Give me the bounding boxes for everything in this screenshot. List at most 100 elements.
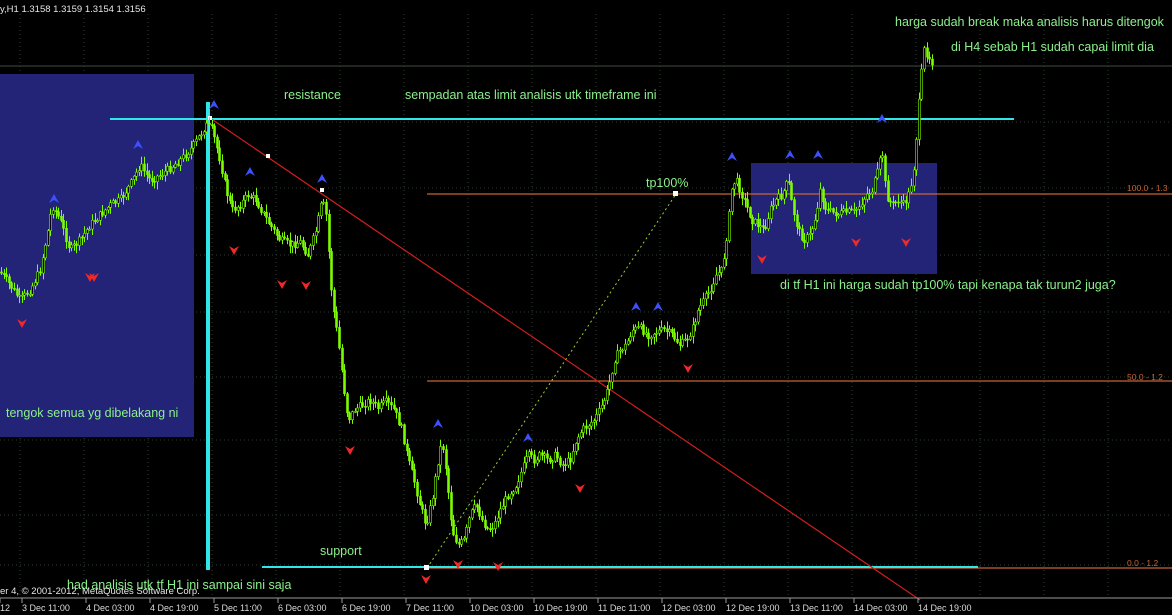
candle-body xyxy=(234,206,237,211)
candle-body xyxy=(629,336,632,342)
candle-body xyxy=(351,411,354,421)
candle-body xyxy=(923,47,926,70)
candle-body xyxy=(114,200,117,204)
up-arrow-icon xyxy=(433,419,443,428)
candle-body xyxy=(205,122,208,133)
candle-body xyxy=(874,177,877,193)
candle-body xyxy=(694,321,697,326)
candle-body xyxy=(260,207,263,213)
candle-body xyxy=(473,504,476,511)
candle-body xyxy=(572,451,575,463)
candle-body xyxy=(650,336,653,340)
candle-body xyxy=(515,487,518,493)
candle-body xyxy=(689,336,692,340)
candle-body xyxy=(603,400,606,406)
candle-body xyxy=(156,175,159,183)
candle-body xyxy=(68,241,71,249)
candle-body xyxy=(681,339,684,346)
fib-label: 50.0 - 1.2 xyxy=(1127,372,1163,382)
candle-body xyxy=(161,175,164,177)
candle-body xyxy=(369,399,372,404)
candle-body xyxy=(814,219,817,230)
candle-body xyxy=(551,460,554,463)
candle-body xyxy=(146,170,149,175)
candle-body xyxy=(517,481,520,488)
tp-anchor-low xyxy=(424,565,429,570)
candle-body xyxy=(36,271,39,283)
candle-body xyxy=(343,369,346,395)
candle-body xyxy=(221,160,224,174)
candle-body xyxy=(686,338,689,341)
candle-body xyxy=(406,443,409,452)
candle-body xyxy=(309,245,312,257)
candle-body xyxy=(798,226,801,230)
candle-body xyxy=(429,505,432,524)
candle-body xyxy=(481,515,484,521)
up-arrow-icon xyxy=(245,167,255,176)
candle-body xyxy=(598,408,601,415)
candle-body xyxy=(26,292,29,295)
candle-body xyxy=(122,194,125,198)
candle-body xyxy=(738,178,741,193)
candle-body xyxy=(785,181,788,192)
price-chart[interactable]: harga sudah break maka analisis harus di… xyxy=(0,0,1172,615)
x-tick-label: 14 Dec 19:00 xyxy=(918,603,972,613)
candle-body xyxy=(393,404,396,410)
up-arrow-icon xyxy=(727,152,737,161)
annotation-text: sempadan atas limit analisis utk timefra… xyxy=(405,88,657,102)
candle-body xyxy=(208,122,211,125)
candle-body xyxy=(783,190,786,200)
candle-body xyxy=(226,179,229,197)
candle-body xyxy=(218,147,221,162)
candle-body xyxy=(471,509,474,519)
candle-body xyxy=(705,293,708,300)
candle-body xyxy=(13,288,16,290)
candle-body xyxy=(109,202,112,208)
candle-body xyxy=(135,171,138,177)
candle-body xyxy=(148,174,151,179)
fib-label: 0.0 - 1.2 xyxy=(1127,558,1158,568)
candle-body xyxy=(335,311,338,328)
candle-body xyxy=(44,244,47,259)
candle-body xyxy=(338,327,341,349)
candle-body xyxy=(733,183,736,190)
candle-body xyxy=(647,332,650,340)
annotation-text: resistance xyxy=(284,88,341,102)
candle-body xyxy=(653,333,656,338)
down-arrow-icon xyxy=(345,446,355,455)
candle-body xyxy=(801,228,804,241)
candle-body xyxy=(403,424,406,445)
candle-body xyxy=(65,228,68,243)
candle-body xyxy=(676,338,679,343)
candle-body xyxy=(257,201,260,208)
x-tick-label: 12 Dec 03:00 xyxy=(662,603,716,613)
candle-body xyxy=(806,234,809,243)
annotation-text: di H4 sebab H1 sudah capai limit dia xyxy=(951,40,1154,54)
candle-body xyxy=(395,408,398,413)
candle-body xyxy=(3,272,6,275)
candle-body xyxy=(398,412,401,426)
candle-body xyxy=(159,175,162,177)
candle-body xyxy=(356,407,359,412)
candle-body xyxy=(88,228,91,231)
candle-body xyxy=(42,257,45,274)
candle-body xyxy=(902,200,905,203)
candle-body xyxy=(231,200,234,208)
candle-body xyxy=(151,177,154,182)
candle-body xyxy=(133,175,136,180)
candle-body xyxy=(894,201,897,204)
candle-body xyxy=(432,498,435,507)
candle-body xyxy=(575,443,578,452)
candle-body xyxy=(595,414,598,421)
candle-body xyxy=(606,389,609,401)
candle-body xyxy=(502,506,505,510)
candle-body xyxy=(112,200,115,204)
candle-body xyxy=(62,219,65,229)
candle-body xyxy=(390,402,393,406)
candle-body xyxy=(580,432,583,438)
candle-body xyxy=(582,425,585,433)
candle-body xyxy=(125,192,128,198)
candle-body xyxy=(75,243,78,246)
candle-body xyxy=(499,508,502,519)
candle-body xyxy=(614,362,617,374)
